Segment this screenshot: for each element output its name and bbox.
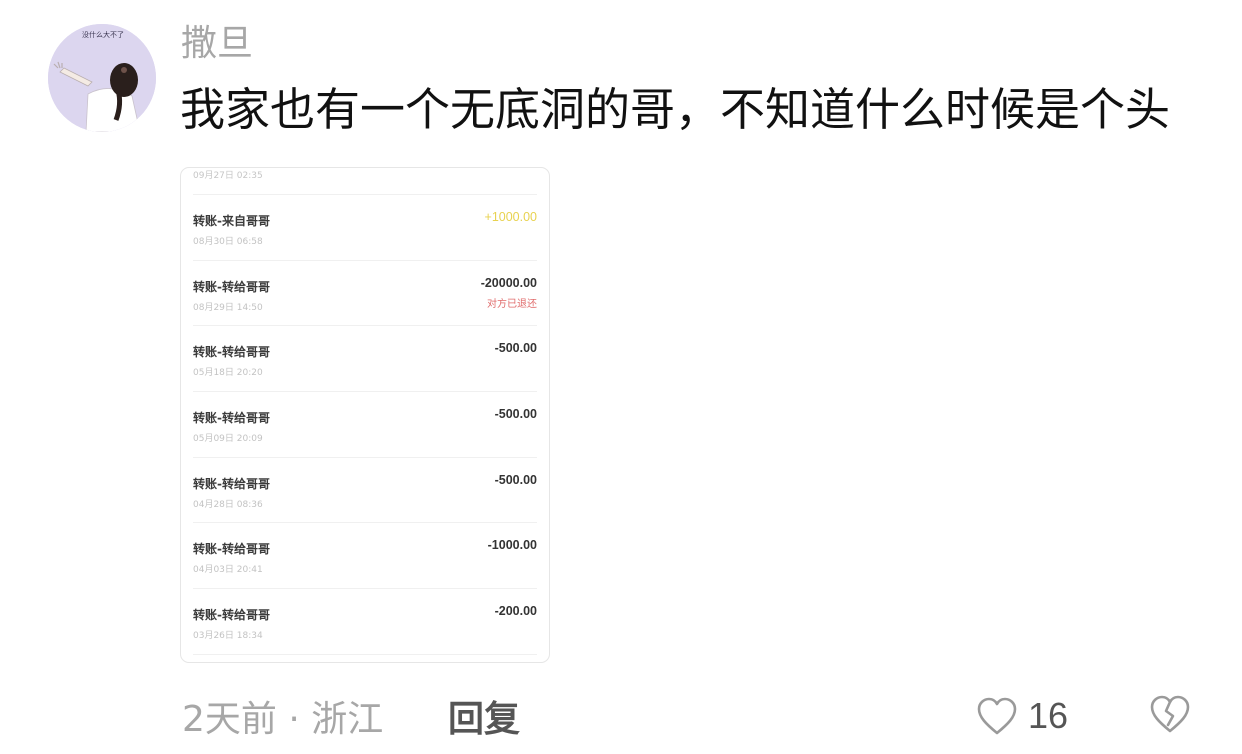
reply-button[interactable]: 回复 [448, 690, 520, 742]
transaction-row: 转账-转给哥哥 04月03日 20:41 -1000.00 [193, 523, 537, 590]
comment-image[interactable]: 09月27日 02:35 转账-来自哥哥 08月30日 06:58 +1000.… [180, 167, 550, 663]
transaction-title: 转账-转给哥哥 [193, 476, 270, 491]
transaction-title: 转账-转给哥哥 [193, 542, 270, 557]
transaction-title: 转账-转给哥哥 [193, 345, 270, 360]
like-count: 16 [1028, 695, 1069, 736]
broken-heart-icon [1150, 695, 1190, 733]
transaction-title: 转账-转给哥哥 [193, 279, 270, 294]
transaction-title: 转账-转给哥哥 [193, 411, 270, 426]
transaction-row: 转账-转给哥哥 04月28日 08:36 -500.00 [193, 458, 537, 524]
transaction-amount: -500.00 [494, 341, 537, 356]
transaction-row: 转账-转给哥哥 08月29日 14:50 -20000.00 对方已退还 [193, 261, 537, 327]
transaction-amount: -500.00 [494, 407, 537, 422]
transaction-title: 转账-来自哥哥 [193, 214, 270, 228]
transaction-amount: +1000.00 [484, 210, 537, 224]
transaction-amount: -200.00 [494, 604, 537, 619]
cut-off-date: 09月27日 02:35 [193, 171, 263, 181]
avatar[interactable]: 没什么大不了 [48, 24, 156, 132]
transaction-row: 转账-转给哥哥 03月26日 18:34 -200.00 [193, 589, 537, 655]
transaction-amount: -20000.00 [480, 275, 537, 290]
dislike-button[interactable] [1148, 694, 1192, 738]
transaction-row: 转账-转给哥哥 05月18日 20:20 -500.00 [193, 326, 537, 393]
comment-time-location: 2天前 · 浙江 [182, 699, 384, 740]
transaction-date: 03月26日 18:34 [193, 631, 263, 642]
transaction-row: 转账-来自哥哥 08月30日 06:58 +1000.00 [193, 195, 537, 261]
transaction-status-note: 对方已退还 [487, 298, 537, 310]
transaction-title: 转账-转给哥哥 [193, 608, 270, 623]
transaction-date: 08月29日 14:50 [193, 302, 263, 313]
comment-text: 我家也有一个无底洞的哥，不知道什么时候是个头 [180, 83, 1171, 136]
avatar-illustration [48, 24, 156, 132]
transaction-list: 转账-来自哥哥 08月30日 06:58 +1000.00 转账-转给哥哥 08… [181, 195, 549, 655]
transaction-amount: -1000.00 [487, 538, 537, 553]
like-button[interactable]: 16 [976, 693, 1068, 739]
transaction-date: 08月30日 06:58 [193, 237, 263, 247]
transaction-row: 转账-转给哥哥 05月09日 20:09 -500.00 [193, 392, 537, 458]
transaction-date: 05月18日 20:20 [193, 368, 263, 379]
heart-outline-icon [977, 697, 1017, 735]
avatar-caption: 没什么大不了 [82, 31, 124, 39]
username[interactable]: 撒旦 [181, 22, 253, 65]
transaction-date: 05月09日 20:09 [193, 434, 263, 445]
transaction-date: 04月28日 08:36 [193, 499, 263, 510]
transaction-date: 04月03日 20:41 [193, 565, 263, 576]
transaction-amount: -500.00 [494, 472, 537, 487]
